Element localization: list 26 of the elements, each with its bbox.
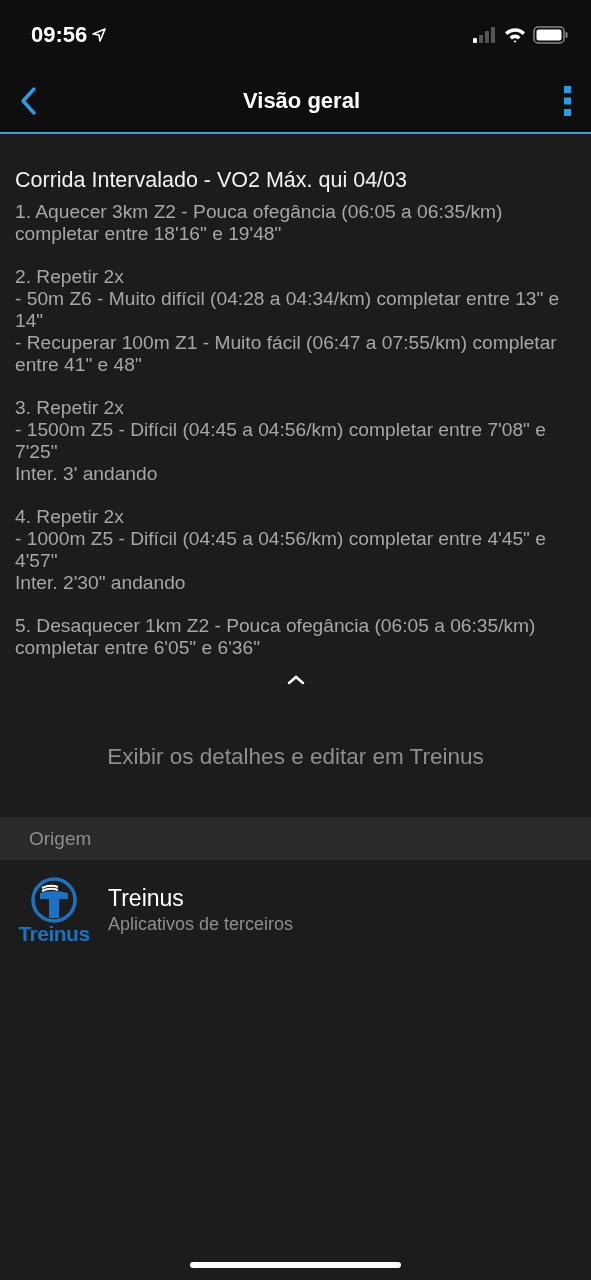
app-name: Treinus (108, 885, 185, 912)
workout-step-text: 1. Aquecer 3km Z2 - Pouca ofegância (06:05 a 06:35/km) completar entre 18'16" e 19'48" (15, 201, 504, 245)
app-logo-text: Treinus (18, 924, 90, 944)
section-title: Origem (29, 827, 92, 850)
collapse-chevron-icon[interactable] (286, 674, 305, 686)
status-time: 09:56 (31, 22, 88, 48)
workout-step-text: - Recuperar 100m Z1 - Muito fácil (06:47 a 07:55/km) completar entre 41" e 48" (15, 332, 558, 376)
workout-step-text: 5. Desaquecer 1km Z2 - Pouca ofegância (06:05 a 06:35/km) completar entre 6'05" e 6'36" (15, 615, 537, 659)
details-link[interactable]: Exibir os detalhes e editar em Treinus (107, 744, 484, 770)
workout-step-text: 4. Repetir 2x (15, 506, 125, 528)
workout-step-text: - 50m Z6 - Muito difícil (04:28 a 04:34/km) completar entre 13" e 14" (15, 288, 561, 332)
workout-title: Corrida Intervalado - VO2 Máx. qui 04/03 (15, 168, 408, 193)
workout-step-text: - 1500m Z5 - Difícil (04:45 a 04:56/km) completar entre 7'08" e 7'25" (15, 419, 547, 463)
workout-step-text: Inter. 3' andando (15, 463, 159, 485)
battery-icon (533, 26, 569, 44)
wifi-icon (504, 27, 526, 43)
workout-step-text: - 1000m Z5 - Difícil (04:45 a 04:56/km) completar entre 4'45" e 4'57" (15, 528, 547, 572)
app-category: Aplicativos de terceiros (108, 914, 294, 935)
location-arrow-icon (91, 27, 108, 43)
workout-step-text: 3. Repetir 2x (15, 397, 125, 419)
workout-step-text: Inter. 2'30" andando (15, 572, 187, 594)
workout-step-text: 2. Repetir 2x (15, 266, 125, 288)
screen-title: Visão geral (243, 88, 360, 114)
more-options-icon[interactable] (563, 85, 573, 117)
signal-icon (473, 27, 497, 43)
app-logo-icon (28, 876, 80, 924)
